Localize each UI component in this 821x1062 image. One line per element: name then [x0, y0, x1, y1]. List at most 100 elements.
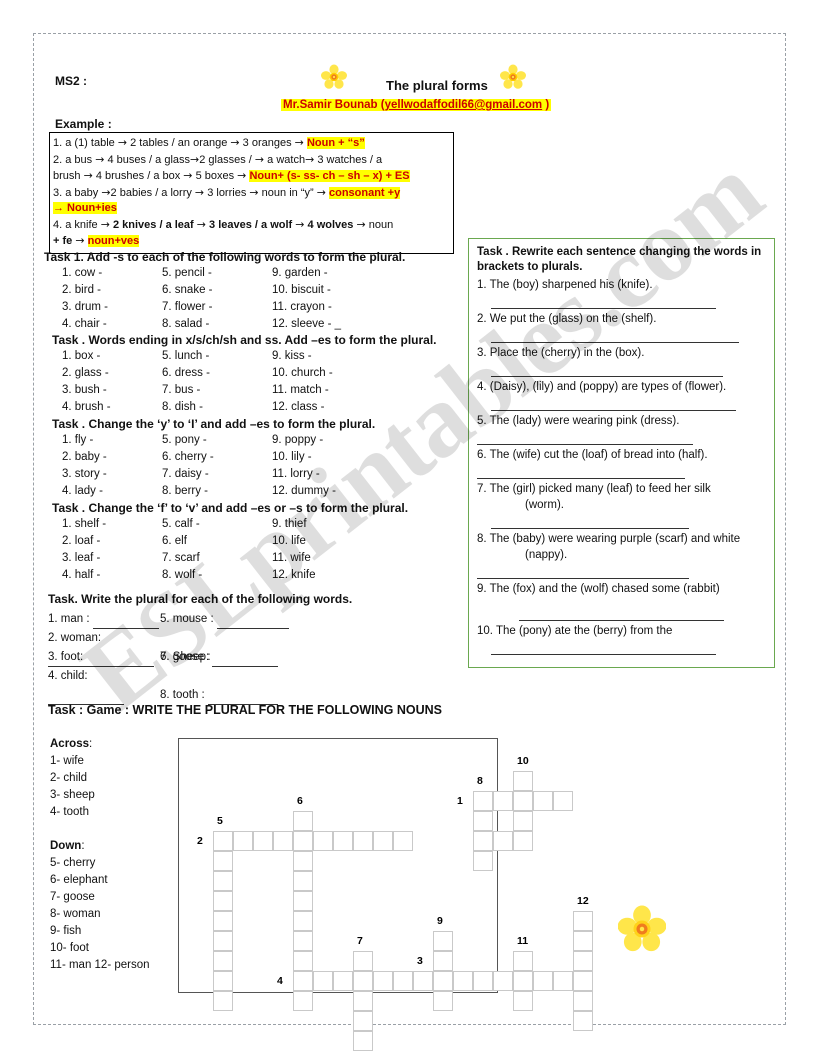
word-item[interactable]: 6. snake -	[162, 282, 272, 299]
word-item[interactable]: 10. life	[272, 533, 392, 550]
word-item[interactable]: 5. calf -	[162, 516, 272, 533]
word-item[interactable]: 1. shelf -	[44, 516, 162, 533]
answer-blank[interactable]	[86, 654, 155, 667]
crossword-cell[interactable]	[333, 971, 353, 991]
crossword-cell[interactable]	[253, 831, 273, 851]
word-item[interactable]: 8. wolf -	[162, 567, 272, 584]
crossword-cell[interactable]	[473, 831, 493, 851]
crossword-cell[interactable]	[573, 991, 593, 1011]
crossword-cell[interactable]	[573, 971, 593, 991]
word-item[interactable]: 3. leaf -	[44, 550, 162, 567]
crossword-cell[interactable]	[313, 831, 333, 851]
crossword-cell[interactable]	[413, 971, 433, 991]
rewrite-answer-line[interactable]	[491, 329, 739, 343]
crossword-cell[interactable]	[353, 991, 373, 1011]
rewrite-answer-line[interactable]	[491, 641, 716, 655]
word-item[interactable]: 10. church -	[272, 365, 392, 382]
word-item[interactable]: 7. flower -	[162, 299, 272, 316]
word-item[interactable]: 9. poppy -	[272, 432, 392, 449]
word-item[interactable]: 5. pony -	[162, 432, 272, 449]
crossword-cell[interactable]	[293, 811, 313, 831]
rewrite-answer-line[interactable]	[491, 295, 716, 309]
word-item[interactable]: 8. dish -	[162, 399, 272, 416]
crossword-cell[interactable]	[573, 911, 593, 931]
word-item[interactable]: 2. baby -	[44, 449, 162, 466]
crossword-cell[interactable]	[333, 831, 353, 851]
word-item[interactable]: 8. berry -	[162, 483, 272, 500]
word-item[interactable]: 3. bush -	[44, 382, 162, 399]
crossword-cell[interactable]	[513, 771, 533, 791]
word-item[interactable]: 4. brush -	[44, 399, 162, 416]
crossword-cell[interactable]	[473, 851, 493, 871]
crossword-cell[interactable]	[273, 831, 293, 851]
crossword-cell[interactable]	[513, 971, 533, 991]
crossword-cell[interactable]	[493, 831, 513, 851]
crossword-cell[interactable]	[213, 871, 233, 891]
word-item[interactable]: 11. lorry -	[272, 466, 392, 483]
crossword-cell[interactable]	[433, 991, 453, 1011]
crossword-cell[interactable]	[433, 931, 453, 951]
crossword-cell[interactable]	[433, 971, 453, 991]
word-item[interactable]: 11. crayon -	[272, 299, 392, 316]
word-item[interactable]: 11. match -	[272, 382, 392, 399]
crossword-cell[interactable]	[313, 971, 333, 991]
word-item[interactable]: 3. drum -	[44, 299, 162, 316]
crossword-cell[interactable]	[213, 951, 233, 971]
crossword-cell[interactable]	[513, 811, 533, 831]
crossword-cell[interactable]	[393, 971, 413, 991]
word-item[interactable]: 6. dress -	[162, 365, 272, 382]
crossword-cell[interactable]	[373, 831, 393, 851]
crossword-cell[interactable]	[213, 931, 233, 951]
crossword-cell[interactable]	[473, 971, 493, 991]
crossword-cell[interactable]	[513, 991, 533, 1011]
crossword-cell[interactable]	[353, 1031, 373, 1051]
word-item[interactable]: 12. sleeve - _	[272, 316, 392, 333]
crossword-cell[interactable]	[513, 831, 533, 851]
word-item[interactable]: 4. lady -	[44, 483, 162, 500]
crossword-cell[interactable]	[353, 971, 373, 991]
crossword-cell[interactable]	[293, 951, 313, 971]
crossword-cell[interactable]	[573, 1011, 593, 1031]
crossword-cell[interactable]	[293, 931, 313, 951]
crossword-cell[interactable]	[213, 891, 233, 911]
word-item[interactable]: 1. cow -	[44, 265, 162, 282]
word-item[interactable]: 10. biscuit -	[272, 282, 392, 299]
author-email-link[interactable]: yellwodaffodil66@gmail.com	[385, 99, 543, 111]
crossword-cell[interactable]	[433, 951, 453, 971]
crossword-cell[interactable]	[353, 1011, 373, 1031]
crossword-cell[interactable]	[213, 831, 233, 851]
crossword-cell[interactable]	[513, 951, 533, 971]
crossword-cell[interactable]	[373, 971, 393, 991]
word-item[interactable]: 6. cherry -	[162, 449, 272, 466]
word-item[interactable]: 11. wife	[272, 550, 392, 567]
word-item[interactable]: 7. scarf	[162, 550, 272, 567]
rewrite-answer-line[interactable]	[477, 565, 689, 579]
word-item[interactable]: 1. fly -	[44, 432, 162, 449]
crossword-cell[interactable]	[573, 931, 593, 951]
crossword-cell[interactable]	[513, 791, 533, 811]
word-item[interactable]: 9. garden -	[272, 265, 392, 282]
crossword-cell[interactable]	[573, 951, 593, 971]
word-item[interactable]: 12. class -	[272, 399, 392, 416]
answer-blank[interactable]	[92, 616, 159, 629]
crossword-cell[interactable]	[533, 791, 553, 811]
crossword-cell[interactable]	[493, 971, 513, 991]
word-item[interactable]: 5. lunch -	[162, 348, 272, 365]
crossword-cell[interactable]	[213, 971, 233, 991]
word-item[interactable]: 7. daisy -	[162, 466, 272, 483]
crossword-cell[interactable]	[293, 991, 313, 1011]
rewrite-answer-line[interactable]	[477, 431, 693, 445]
crossword-cell[interactable]	[213, 991, 233, 1011]
crossword-cell[interactable]	[393, 831, 413, 851]
word-item[interactable]: 7. bus -	[162, 382, 272, 399]
crossword-cell[interactable]	[493, 791, 513, 811]
crossword-cell[interactable]	[293, 971, 313, 991]
crossword-cell[interactable]	[293, 871, 313, 891]
crossword-cell[interactable]	[293, 831, 313, 851]
crossword-cell[interactable]	[213, 911, 233, 931]
word-item[interactable]: 2. loaf -	[44, 533, 162, 550]
crossword-cell[interactable]	[553, 971, 573, 991]
crossword-cell[interactable]	[473, 791, 493, 811]
word-item[interactable]: 9. thief	[272, 516, 392, 533]
rewrite-answer-line[interactable]	[519, 607, 724, 621]
